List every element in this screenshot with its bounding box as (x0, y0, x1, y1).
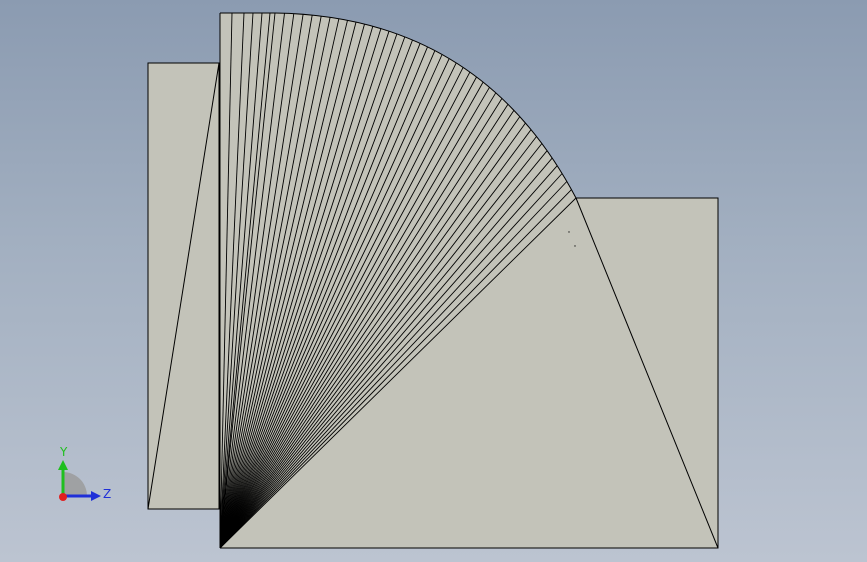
triad-xy-quadrant (63, 472, 87, 496)
speck (568, 231, 570, 233)
speck (574, 245, 576, 247)
y-axis-arrowhead (58, 460, 68, 470)
z-axis-label: Z (103, 487, 111, 501)
z-axis-arrowhead (91, 491, 101, 501)
cad-viewport[interactable] (0, 0, 867, 562)
y-axis-label: Y (59, 445, 68, 459)
x-axis-dot (59, 493, 67, 501)
view-orientation-triad: Y Z (58, 445, 111, 501)
